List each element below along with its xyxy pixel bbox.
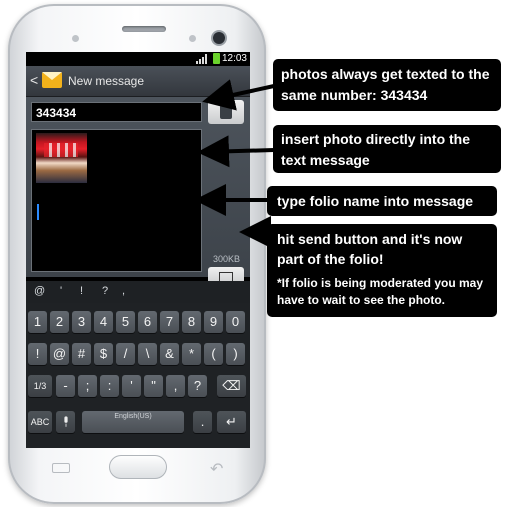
callout-folio-name: type folio name into message [267, 186, 497, 216]
arrow-to-recipient [202, 79, 275, 111]
callout-texted-number: photos always get texted to the same num… [273, 59, 501, 111]
callout-moderation-note: *If folio is being moderated you may hav… [277, 276, 484, 307]
arrow-to-message-box [197, 135, 275, 168]
callout-insert-photo: insert photo directly into the text mess… [273, 125, 501, 173]
callout-send: hit send button and it's now part of the… [267, 224, 497, 317]
callout-send-text: hit send button and it's now part of the… [277, 231, 463, 267]
